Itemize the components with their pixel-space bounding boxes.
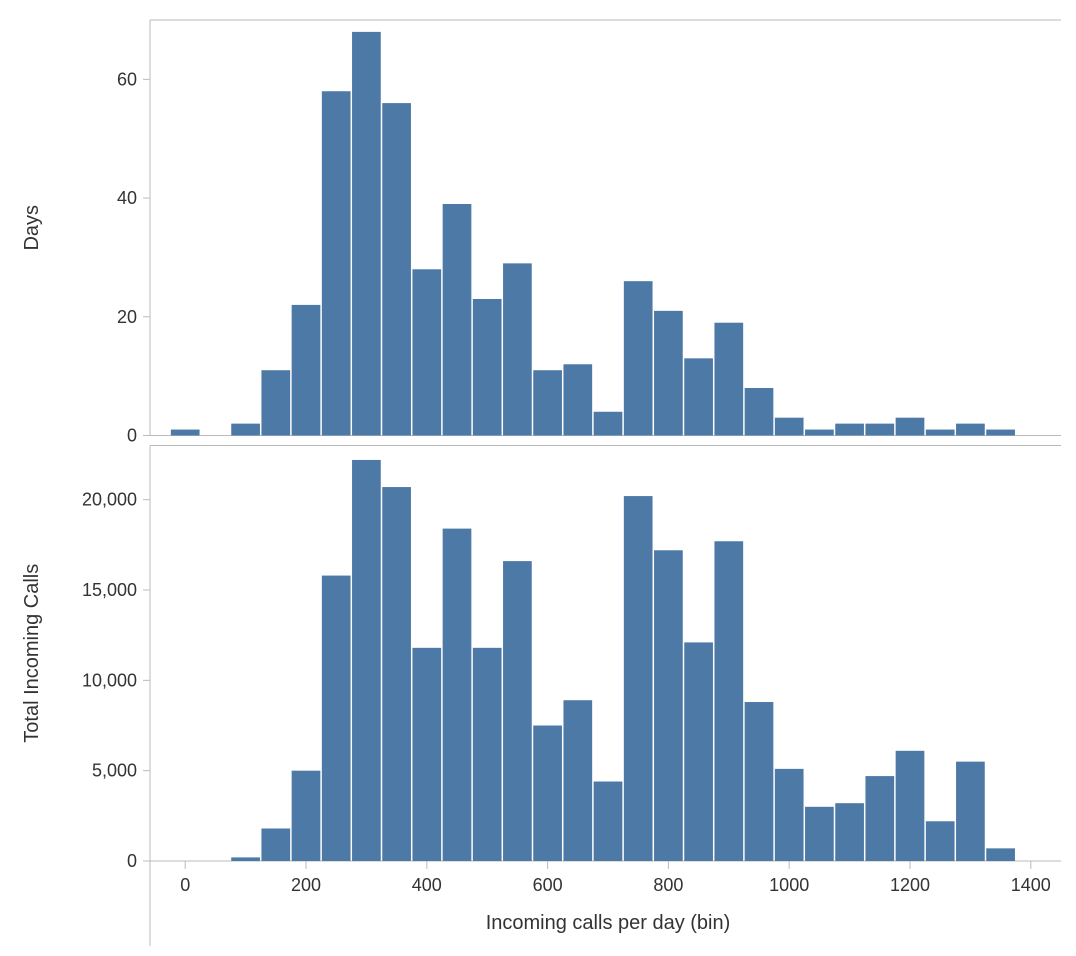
bar [714, 541, 743, 861]
bar [473, 648, 502, 861]
y-tick-label: 20,000 [82, 490, 137, 510]
bar [926, 821, 955, 861]
bar [714, 323, 743, 436]
bar [443, 204, 472, 435]
x-tick-label: 600 [533, 875, 563, 895]
panel-days: 0 20 40 60 Days [21, 20, 1061, 446]
y-tick-label: 0 [127, 426, 137, 446]
bar [805, 807, 834, 861]
bar [322, 576, 351, 861]
x-tick-label: 0 [180, 875, 190, 895]
bar [594, 782, 623, 861]
bar [443, 529, 472, 861]
bar [986, 430, 1015, 436]
bar [231, 857, 260, 861]
bar [896, 418, 925, 436]
bar [322, 91, 351, 435]
x-tick-label: 1200 [890, 875, 930, 895]
bar [352, 32, 381, 436]
x-tick-label: 400 [412, 875, 442, 895]
x-tick-label: 200 [291, 875, 321, 895]
chart-container: 0 20 40 60 Days 0 5,000 10,000 15,000 20,000 Total… [0, 0, 1076, 956]
bar [775, 418, 804, 436]
bar [775, 769, 804, 861]
y-tick-label: 40 [117, 188, 137, 208]
bar [261, 828, 290, 861]
y-tick-label: 20 [117, 307, 137, 327]
bar [533, 726, 562, 861]
x-tick-label: 1400 [1011, 875, 1051, 895]
bar [412, 648, 441, 861]
bar [684, 642, 713, 861]
bar [503, 263, 532, 435]
bar [412, 269, 441, 435]
bar [684, 358, 713, 435]
chart-svg: 0 20 40 60 Days 0 5,000 10,000 15,000 20,000 Total… [0, 0, 1076, 956]
y-tick-label: 0 [127, 851, 137, 871]
x-tick-label: 1000 [769, 875, 809, 895]
panel-total-calls: 0 5,000 10,000 15,000 20,000 Total Incoming C… [21, 446, 1061, 872]
bar [473, 299, 502, 436]
bar [292, 771, 321, 861]
bar [231, 424, 260, 436]
y-tick-label: 60 [117, 69, 137, 89]
bar [563, 700, 592, 861]
bar [624, 281, 653, 435]
x-axis-label: Incoming calls per day (bin) [486, 912, 731, 934]
bar [352, 460, 381, 861]
bar [956, 424, 985, 436]
bar [563, 364, 592, 435]
bar [261, 370, 290, 435]
bar [745, 702, 774, 861]
bar [533, 370, 562, 435]
bar [865, 424, 894, 436]
bar [382, 487, 411, 861]
bar [624, 496, 653, 861]
bar [926, 430, 955, 436]
bar [805, 430, 834, 436]
bar [745, 388, 774, 435]
bar [865, 776, 894, 861]
bar [835, 803, 864, 861]
bar [896, 751, 925, 861]
bar [594, 412, 623, 436]
x-axis: 0 200 400 600 800 1000 1200 1400 Incoming calls … [150, 861, 1051, 946]
bar [986, 848, 1015, 861]
y-tick-label: 15,000 [82, 580, 137, 600]
bar [956, 762, 985, 861]
bar [835, 424, 864, 436]
bar [503, 561, 532, 861]
bar [292, 305, 321, 436]
x-tick-label: 800 [653, 875, 683, 895]
y-tick-label: 10,000 [82, 670, 137, 690]
y-axis-label-days: Days [21, 205, 43, 251]
bar [382, 103, 411, 435]
bar [654, 311, 683, 436]
y-axis-label-total: Total Incoming Calls [21, 564, 43, 743]
bar [171, 430, 200, 436]
bar [654, 550, 683, 861]
y-tick-label: 5,000 [92, 761, 137, 781]
